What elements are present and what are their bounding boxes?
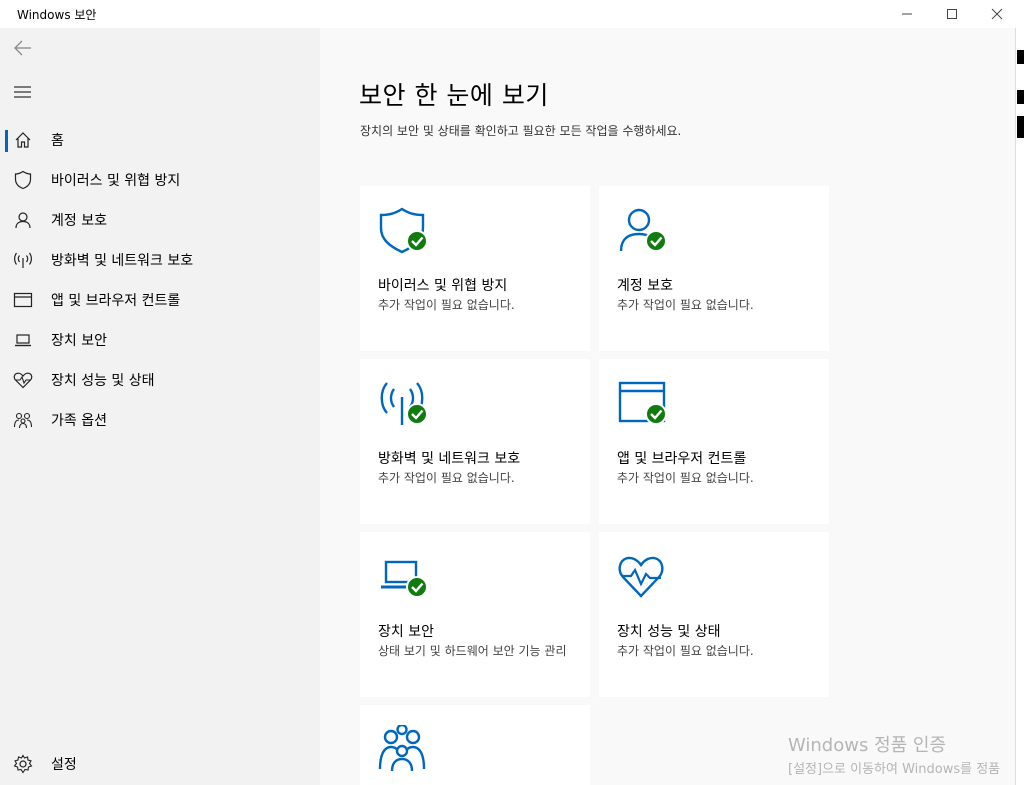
card-description: 추가 작업이 필요 없습니다. xyxy=(378,298,515,312)
sidebar-item-label: 장치 보안 xyxy=(51,333,107,349)
sidebar-item-label: 계정 보호 xyxy=(51,213,107,229)
sidebar-item-home[interactable]: 홈 xyxy=(0,120,320,160)
card-title: 앱 및 브라우저 컨트롤 xyxy=(617,451,747,467)
sidebar-item-settings[interactable]: 설정 xyxy=(0,744,320,784)
card-title: 장치 성능 및 상태 xyxy=(617,624,721,640)
hamburger-icon xyxy=(14,86,31,98)
browser-check-icon xyxy=(618,381,667,425)
antenna-check-icon xyxy=(380,382,428,425)
main-content: 보안 한 눈에 보기 장치의 보안 및 상태를 확인하고 필요한 모든 작업을 … xyxy=(320,28,1015,785)
back-arrow-icon xyxy=(14,40,31,56)
card-app-browser[interactable]: 앱 및 브라우저 컨트롤 추가 작업이 필요 없습니다. xyxy=(599,359,829,524)
minimize-button[interactable] xyxy=(884,0,930,28)
close-icon xyxy=(991,8,1003,20)
card-description: 상태 보기 및 하드웨어 보안 기능 관리 xyxy=(378,644,567,658)
card-description: 추가 작업이 필요 없습니다. xyxy=(378,471,515,485)
edge-mark xyxy=(1017,116,1024,138)
activation-watermark-title: Windows 정품 인증 xyxy=(788,735,947,756)
laptop-check-icon xyxy=(381,560,428,598)
card-title: 계정 보호 xyxy=(617,278,673,294)
sidebar-item-label: 홈 xyxy=(51,133,64,149)
person-check-icon xyxy=(619,208,667,252)
card-device-health[interactable]: 장치 성능 및 상태 추가 작업이 필요 없습니다. xyxy=(599,532,829,697)
sidebar-item-label: 가족 옵션 xyxy=(51,413,107,429)
page-subtitle: 장치의 보안 및 상태를 확인하고 필요한 모든 작업을 수행하세요. xyxy=(360,124,682,138)
sidebar-item-device-security[interactable]: 장치 보안 xyxy=(0,320,320,360)
sidebar-item-label: 앱 및 브라우저 컨트롤 xyxy=(51,293,181,309)
edge-mark xyxy=(1017,50,1024,64)
sidebar-item-app-browser[interactable]: 앱 및 브라우저 컨트롤 xyxy=(0,280,320,320)
card-account-protection[interactable]: 계정 보호 추가 작업이 필요 없습니다. xyxy=(599,186,829,351)
sidebar-item-firewall[interactable]: 방화벽 및 네트워크 보호 xyxy=(0,240,320,280)
heart-pulse-icon xyxy=(12,369,34,391)
home-icon xyxy=(12,129,34,151)
gear-icon xyxy=(12,753,34,775)
maximize-button[interactable] xyxy=(929,0,975,28)
page-title: 보안 한 눈에 보기 xyxy=(359,81,549,110)
sidebar-item-virus-protection[interactable]: 바이러스 및 위협 방지 xyxy=(0,160,320,200)
card-virus-protection[interactable]: 바이러스 및 위협 방지 추가 작업이 필요 없습니다. xyxy=(360,186,590,351)
card-device-security[interactable]: 장치 보안 상태 보기 및 하드웨어 보안 기능 관리 xyxy=(360,532,590,697)
background-window-edge xyxy=(1015,28,1024,785)
sidebar: 홈 바이러스 및 위협 방지 계정 보호 방화벽 및 네트워크 보호 앱 및 브… xyxy=(0,28,320,785)
card-title: 방화벽 및 네트워크 보호 xyxy=(378,451,521,467)
sidebar-item-family[interactable]: 가족 옵션 xyxy=(0,400,320,440)
heart-pulse-icon xyxy=(618,556,664,598)
family-icon xyxy=(378,725,426,772)
edge-mark xyxy=(1017,90,1024,104)
card-firewall[interactable]: 방화벽 및 네트워크 보호 추가 작업이 필요 없습니다. xyxy=(360,359,590,524)
laptop-icon xyxy=(12,329,34,351)
card-description: 추가 작업이 필요 없습니다. xyxy=(617,298,754,312)
browser-window-icon xyxy=(12,289,34,311)
sidebar-item-label: 바이러스 및 위협 방지 xyxy=(51,173,181,189)
window-title: Windows 보안 xyxy=(17,8,97,22)
card-description: 추가 작업이 필요 없습니다. xyxy=(617,471,754,485)
menu-button[interactable] xyxy=(12,82,34,102)
minimize-icon xyxy=(902,13,912,15)
card-description: 추가 작업이 필요 없습니다. xyxy=(617,644,754,658)
back-button[interactable] xyxy=(12,38,34,58)
family-icon xyxy=(12,409,34,431)
antenna-icon xyxy=(12,249,34,271)
card-family[interactable] xyxy=(360,705,590,785)
maximize-icon xyxy=(947,9,957,19)
shield-check-icon xyxy=(379,207,428,254)
sidebar-item-device-health[interactable]: 장치 성능 및 상태 xyxy=(0,360,320,400)
settings-label: 설정 xyxy=(51,757,77,773)
card-title: 바이러스 및 위협 방지 xyxy=(378,278,508,294)
card-title: 장치 보안 xyxy=(378,624,434,640)
sidebar-item-label: 방화벽 및 네트워크 보호 xyxy=(51,253,194,269)
person-icon xyxy=(12,209,34,231)
sidebar-item-label: 장치 성능 및 상태 xyxy=(51,373,155,389)
shield-icon xyxy=(12,169,34,191)
activation-watermark-text: [설정]으로 이동하여 Windows를 정품 xyxy=(788,762,1001,777)
title-bar: Windows 보안 xyxy=(0,0,1024,28)
sidebar-item-account-protection[interactable]: 계정 보호 xyxy=(0,200,320,240)
close-button[interactable] xyxy=(974,0,1020,28)
